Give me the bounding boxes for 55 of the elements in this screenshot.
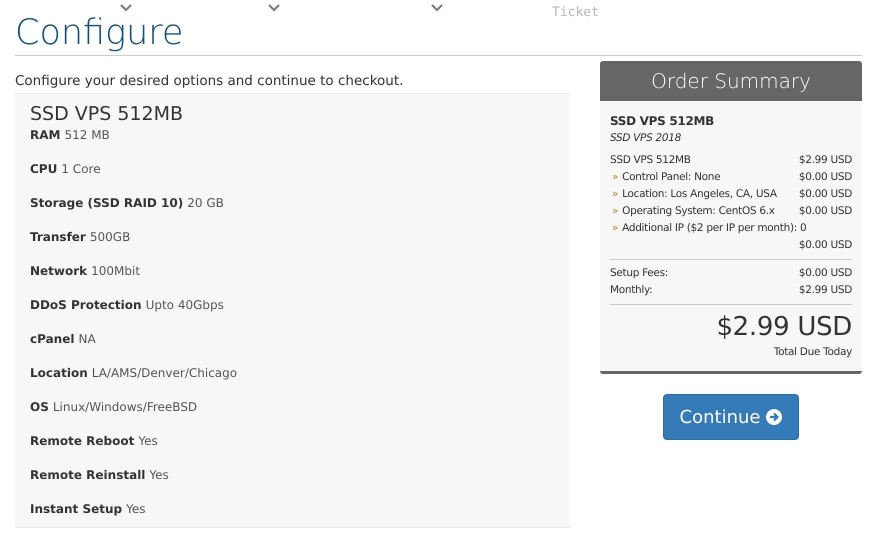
bullet-mark: » [612,170,618,185]
spec-value: 20 GB [187,195,224,212]
spec-label: OS [30,399,49,416]
summary-title: Order Summary [600,61,862,101]
bullet-mark: » [612,221,618,236]
line-amount: $0.00 USD [798,170,852,185]
spec-label: Remote Reboot [30,433,134,450]
total-amount: $0.00 USD [798,266,852,281]
line-amount: $2.99 USD [798,153,852,168]
spec-value: Upto 40Gbps [146,297,224,314]
spec-label: DDoS Protection [30,297,142,314]
spec-value: Linux/Windows/FreeBSD [52,399,198,416]
spec-value: 1 Core [61,161,101,178]
chevron-down-icon[interactable] [120,4,132,12]
line-label: Location: Los Angeles, CA, USA [622,187,777,202]
spec-value: Yes [149,467,169,484]
line-label: SSD VPS 512MB [610,153,691,168]
total-label: Setup Fees: [610,266,668,281]
spec-value: LA/AMS/Denver/Chicago [92,365,238,382]
line-amount: $0.00 USD [798,238,852,253]
total-label: Monthly: [610,283,652,298]
summary-product-name: SSD VPS 512MB [610,113,716,130]
summary-product-group: SSD VPS 2018 [610,130,852,147]
spec-label: Instant Setup [30,501,122,518]
bullet-mark: » [612,187,618,202]
bullet-mark: » [612,204,618,219]
spec-label: Remote Reinstall [30,467,146,484]
total-due-caption: Total Due Today [774,345,852,360]
chevron-down-icon[interactable] [268,4,280,12]
chevron-down-icon[interactable] [431,4,443,12]
product-name: SSD VPS 512MB [30,102,184,126]
spec-value: 500GB [90,229,130,246]
spec-value: 100Mbit [91,263,140,280]
continue-button[interactable]: Continue [662,394,800,440]
total-amount: $2.99 USD [798,283,852,298]
line-label: Additional IP ($2 per IP per month): 0 [622,221,806,236]
spec-value: NA [78,331,96,348]
spec-label: Storage (SSD RAID 10) [30,195,184,212]
spec-label: Transfer [30,229,86,246]
line-amount: $0.00 USD [798,204,852,219]
spec-label: cPanel [30,331,74,348]
intro-text: Configure your desired options and continue to checkout. [15,72,404,91]
spec-value: Yes [126,501,146,518]
spec-label: RAM [30,127,60,144]
spec-value: 512 MB [64,127,110,144]
page-title: Configure [15,14,184,52]
spec-value: Yes [138,433,158,450]
arrow-right-circle-icon [766,409,782,425]
spec-label: Network [30,263,88,280]
line-label: Operating System: CentOS 6.x [622,204,775,219]
spec-label: Location [30,365,88,382]
spec-label: CPU [30,161,58,178]
total-due: $2.99 USD [716,311,852,344]
line-label: Control Panel: None [622,170,720,185]
line-amount: $0.00 USD [798,187,852,202]
